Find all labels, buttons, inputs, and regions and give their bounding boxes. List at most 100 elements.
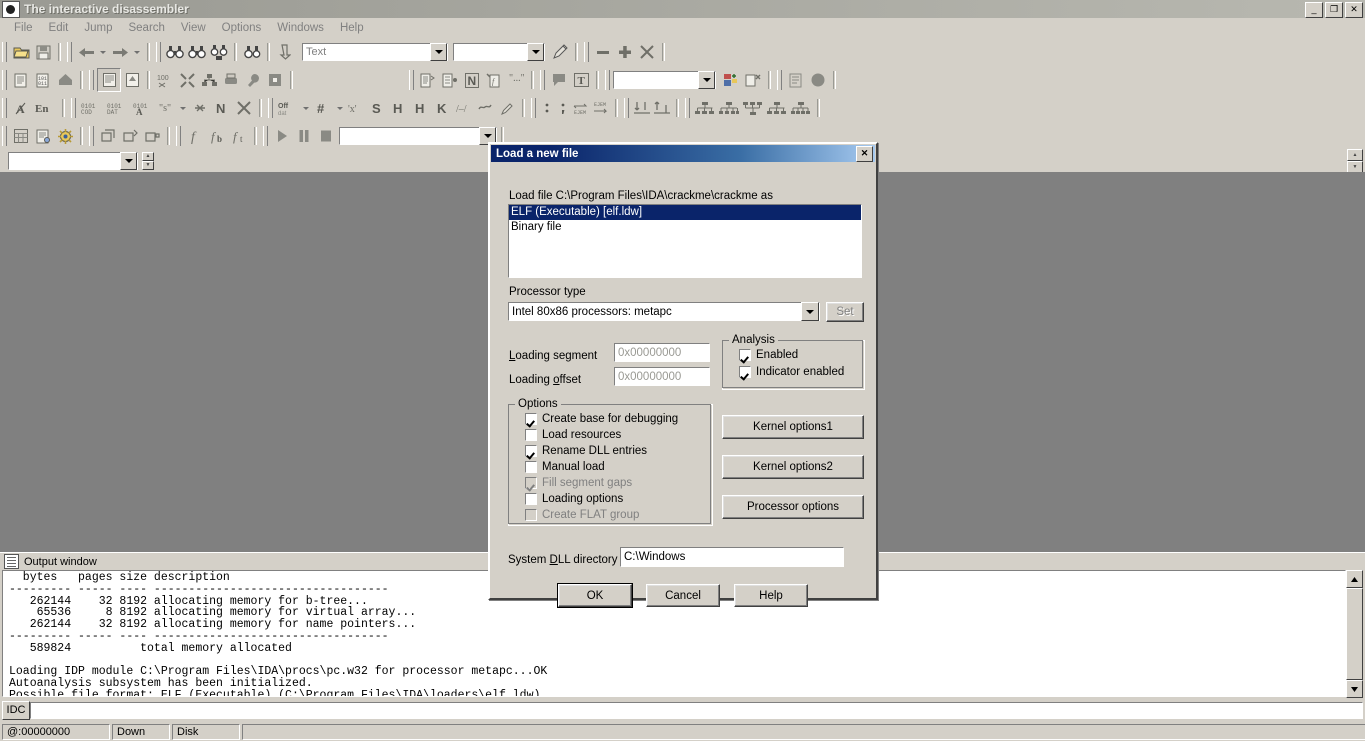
collapse-minus-icon[interactable] [592, 41, 614, 63]
close-button[interactable]: ✕ [1345, 2, 1363, 18]
dialog-close-icon[interactable]: ✕ [856, 145, 873, 162]
debugger-select-combo[interactable] [339, 127, 497, 145]
jump-xref-to-icon[interactable] [632, 97, 652, 119]
menu-item-jump[interactable]: Jump [76, 20, 120, 36]
search-filter-combo[interactable] [453, 43, 545, 61]
operand-number-dropdown-icon[interactable] [334, 97, 346, 119]
toolbar-grip[interactable] [89, 126, 94, 146]
toolbar-grip[interactable] [2, 126, 7, 146]
hex-view-icon[interactable]: 101 011 [32, 69, 54, 91]
menu-item-help[interactable]: Help [332, 20, 372, 36]
toolbar-grip[interactable] [2, 70, 7, 90]
operand-segment-s-icon[interactable]: S [366, 97, 388, 119]
debugger-run-icon[interactable] [271, 125, 293, 147]
navigate-forward-dropdown-icon[interactable] [131, 41, 143, 63]
function-fn-icon[interactable]: fb [206, 125, 228, 147]
search-type-combo[interactable]: Text [302, 43, 448, 61]
delete-segment-icon[interactable] [742, 69, 764, 91]
function-graph-icon[interactable] [198, 69, 220, 91]
loader-item-elf[interactable]: ELF (Executable) [elf.ldw] [509, 205, 861, 220]
operand-hex-h-icon[interactable]: H [388, 97, 410, 119]
function-f-icon[interactable]: f [184, 125, 206, 147]
toolbar-grip[interactable] [268, 98, 273, 118]
percent-complete-icon[interactable]: 100 [154, 69, 176, 91]
text-view-icon[interactable] [10, 69, 32, 91]
chevron-down-icon[interactable] [527, 43, 544, 61]
search-binoculars-icon[interactable] [164, 41, 186, 63]
chevron-down-icon[interactable] [120, 152, 137, 170]
toolbar-grip[interactable] [2, 98, 7, 118]
graph-xrefs-from-icon[interactable] [693, 97, 717, 119]
jump-down-icon[interactable] [274, 41, 296, 63]
comment-bubble-icon[interactable] [548, 69, 570, 91]
anterior-comment-icon[interactable] [539, 97, 555, 119]
operand-offset-icon[interactable]: Off dat [276, 97, 300, 119]
checkbox-analysis-enabled[interactable]: Enabled [739, 349, 798, 361]
debugger-stop-icon[interactable] [315, 125, 337, 147]
idc-label[interactable]: IDC [2, 700, 30, 720]
expand-plus-icon[interactable] [614, 41, 636, 63]
kernel-options1-button[interactable]: Kernel options1 [722, 415, 864, 439]
cancel-button[interactable]: Cancel [646, 584, 720, 607]
ok-button[interactable]: OK [557, 583, 633, 608]
operand-offset-dropdown-icon[interactable] [300, 97, 312, 119]
toolbar-grip[interactable] [605, 70, 610, 90]
debugger-pause-icon[interactable] [293, 125, 315, 147]
operand-enum-k-icon[interactable]: K [432, 97, 454, 119]
jump-address-combo[interactable] [8, 152, 138, 170]
toolbar-grip[interactable] [176, 126, 181, 146]
operand-number-icon[interactable]: # [312, 97, 334, 119]
make-ascii-0101-icon[interactable]: 0101 A [131, 97, 157, 119]
save-file-icon[interactable] [32, 41, 54, 63]
graph-call-flow-icon[interactable] [765, 97, 789, 119]
loading-offset-field[interactable]: 0x00000000 [614, 367, 710, 386]
toolbar-grip[interactable] [71, 98, 76, 118]
operand-invert-icon[interactable] [474, 97, 496, 119]
scrollbar-track[interactable] [1346, 588, 1363, 680]
output-window-scrollbar[interactable] [1346, 570, 1363, 698]
print-icon[interactable] [220, 69, 242, 91]
loader-listbox[interactable]: ELF (Executable) [elf.ldw] Binary file [508, 204, 862, 278]
navband-spinner[interactable]: ▲ ▼ [142, 152, 154, 170]
navband-right-spinner[interactable]: ▲ ▼ [1347, 149, 1363, 173]
local-types-icon[interactable] [141, 125, 163, 147]
toolbar-grip[interactable] [67, 42, 72, 62]
loading-segment-field[interactable]: 0x00000000 [614, 343, 710, 362]
insert-line-above-icon[interactable]: EJEM [571, 97, 591, 119]
disassembly-window-icon[interactable] [97, 68, 121, 92]
stack-frame-icon[interactable] [97, 125, 119, 147]
cross-references-icon[interactable] [176, 69, 198, 91]
checkbox-manual-load[interactable]: Manual load [525, 461, 605, 473]
toolbar-grip[interactable] [156, 42, 161, 62]
encoding-en-icon[interactable]: En [32, 97, 58, 119]
navigate-back-dropdown-icon[interactable] [97, 41, 109, 63]
make-string-quote-icon[interactable]: "s" [157, 97, 177, 119]
idc-input[interactable] [30, 701, 1363, 719]
menu-item-edit[interactable]: Edit [41, 20, 77, 36]
insert-line-below-icon[interactable]: EJEM [591, 97, 611, 119]
toolbar-grip[interactable] [409, 70, 414, 90]
checkbox-box-icon[interactable] [525, 445, 537, 457]
toggle-ascii-icon[interactable]: A [10, 97, 32, 119]
make-function-icon[interactable]: f [483, 69, 505, 91]
make-string-icon[interactable]: "..." [505, 69, 527, 91]
restore-button[interactable]: ❐ [1325, 2, 1343, 18]
structures-window-icon[interactable] [121, 69, 143, 91]
list-view-icon[interactable] [785, 69, 807, 91]
scrollbar-thumb[interactable] [1346, 588, 1363, 680]
checkbox-box-icon[interactable] [525, 429, 537, 441]
processor-type-combo[interactable]: Intel 80x86 processors: metapc [508, 302, 820, 321]
string-type-dropdown-icon[interactable] [177, 97, 189, 119]
search-hex-binoculars-icon[interactable] [208, 41, 230, 63]
toolbar-grip[interactable] [89, 70, 94, 90]
toolbar-grip[interactable] [777, 70, 782, 90]
graph-xrefs-to-icon[interactable] [717, 97, 741, 119]
checkbox-create-base-for-debugging[interactable]: Create base for debugging [525, 413, 678, 425]
enumerations-icon[interactable] [32, 125, 54, 147]
text-box-icon[interactable]: T [570, 69, 592, 91]
graph-function-calls-icon[interactable] [789, 97, 813, 119]
chevron-down-icon[interactable] [430, 43, 447, 61]
system-dll-directory-field[interactable]: C:\Windows [620, 547, 844, 567]
minimize-button[interactable]: _ [1305, 2, 1323, 18]
navband-spin-up[interactable]: ▲ [142, 152, 154, 161]
